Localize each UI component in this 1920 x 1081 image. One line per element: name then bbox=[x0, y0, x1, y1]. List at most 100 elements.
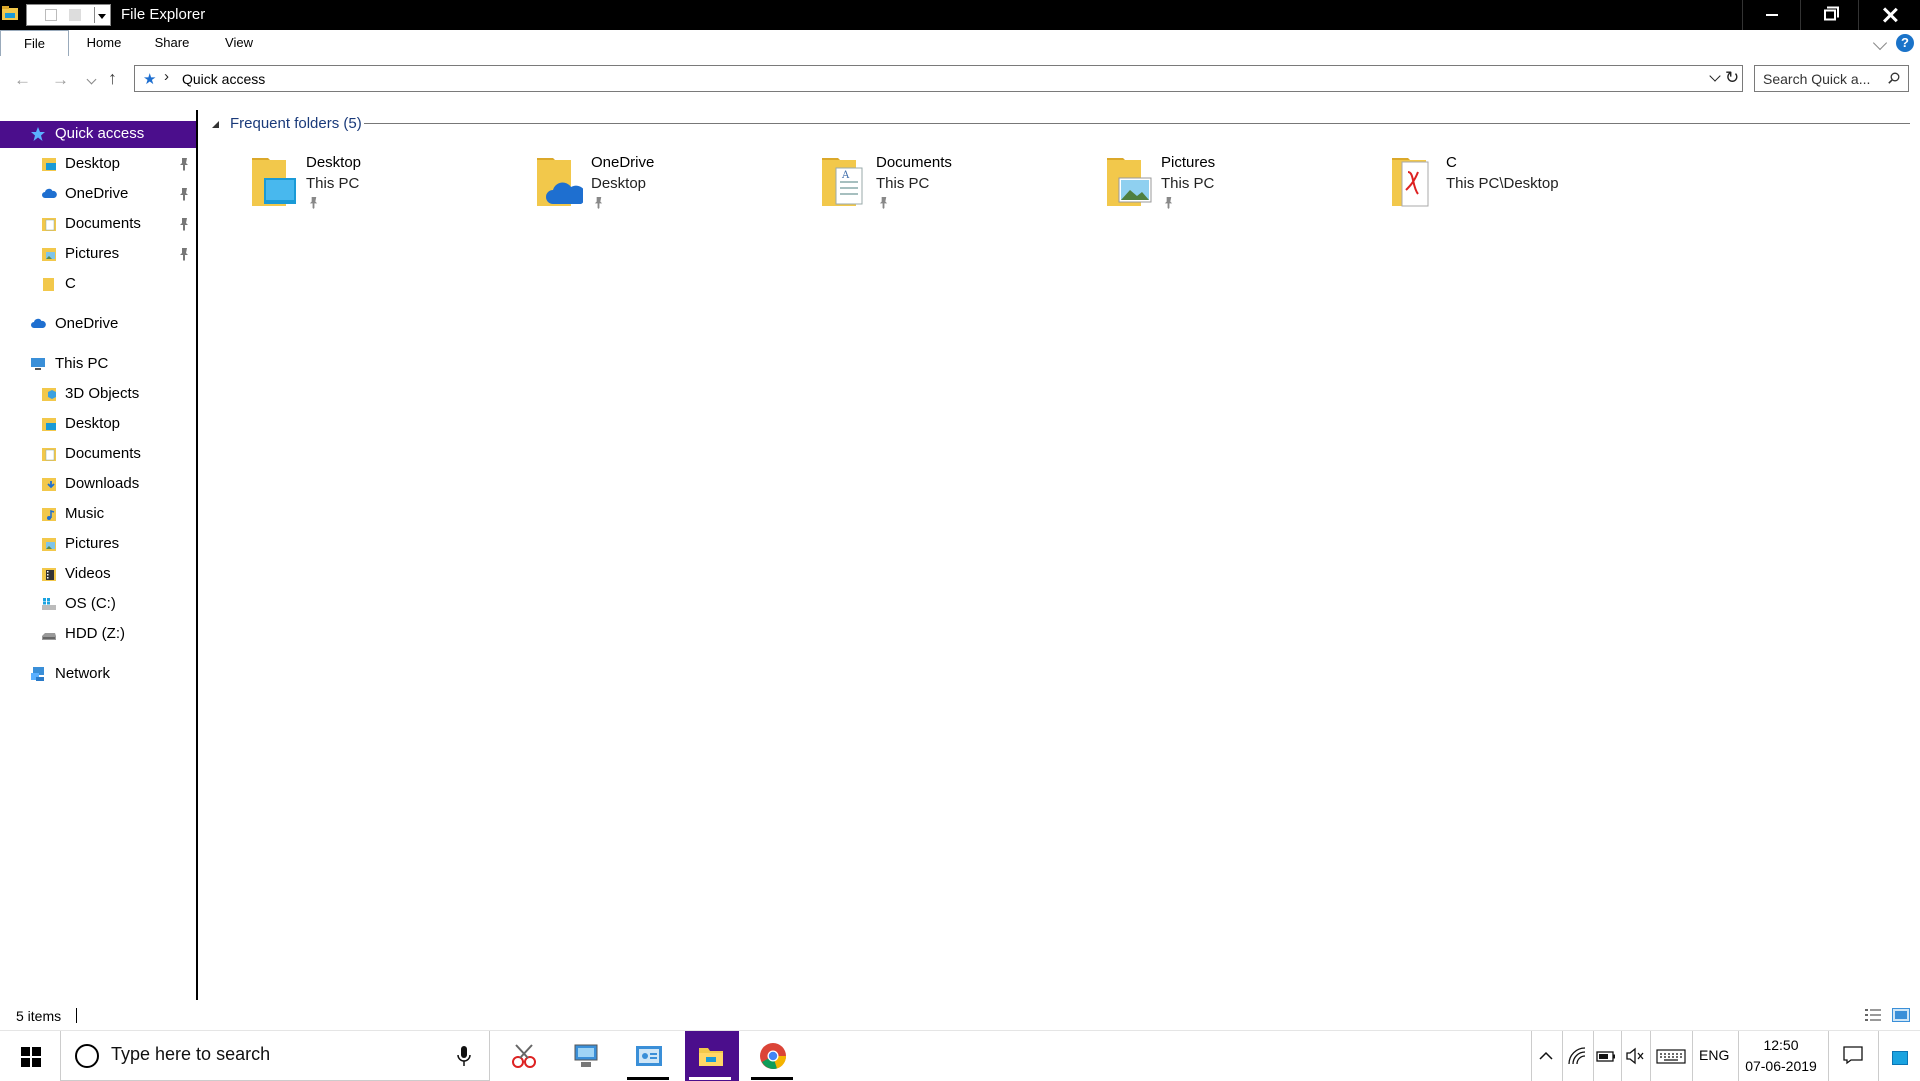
breadcrumb-chevron-icon[interactable]: › bbox=[164, 68, 169, 85]
properties-icon[interactable] bbox=[45, 9, 57, 21]
folder-tile-documents[interactable]: A Documents This PC bbox=[820, 152, 1080, 216]
sidebar-item-os-drive[interactable]: OS (C:) bbox=[0, 591, 196, 618]
close-button[interactable] bbox=[1858, 0, 1920, 30]
status-divider bbox=[76, 1008, 77, 1023]
taskbar-app-control-panel[interactable] bbox=[623, 1031, 673, 1081]
restore-icon bbox=[1823, 6, 1839, 21]
sidebar-item-downloads[interactable]: Downloads bbox=[0, 471, 196, 498]
sidebar-item-c[interactable]: C bbox=[0, 271, 196, 298]
tray-divider bbox=[1531, 1031, 1532, 1081]
sidebar-item-network[interactable]: Network bbox=[0, 661, 196, 688]
expand-ribbon-chevron-icon[interactable] bbox=[1872, 35, 1888, 51]
collapse-arrow-icon[interactable] bbox=[212, 121, 219, 128]
taskbar-search-box[interactable]: Type here to search bbox=[60, 1031, 490, 1081]
refresh-icon[interactable]: ↻ bbox=[1725, 68, 1739, 88]
touch-keyboard-icon[interactable] bbox=[1656, 1046, 1686, 1066]
search-input[interactable]: Search Quick a... bbox=[1754, 65, 1909, 92]
battery-icon[interactable] bbox=[1596, 1046, 1616, 1066]
sidebar-item-music[interactable]: Music bbox=[0, 501, 196, 528]
tray-divider bbox=[1692, 1031, 1693, 1081]
new-folder-icon[interactable] bbox=[69, 9, 81, 21]
ribbon: File Home Share View ? bbox=[0, 30, 1920, 56]
action-center-icon[interactable] bbox=[1843, 1045, 1863, 1065]
show-desktop-button[interactable] bbox=[1892, 1051, 1908, 1065]
sidebar-item-label: This PC bbox=[55, 355, 109, 372]
sidebar-item-quick-access[interactable]: Quick access bbox=[0, 121, 196, 148]
tab-view[interactable]: View bbox=[210, 30, 268, 56]
forward-button[interactable]: → bbox=[52, 70, 69, 90]
back-button[interactable]: ← bbox=[14, 70, 31, 90]
tab-home[interactable]: Home bbox=[78, 30, 130, 56]
address-dropdown-icon[interactable] bbox=[1709, 70, 1721, 82]
minimize-button[interactable] bbox=[1742, 0, 1800, 30]
taskbar-app-remote-desktop[interactable] bbox=[560, 1031, 610, 1081]
sidebar-item-pictures[interactable]: Pictures bbox=[0, 241, 196, 268]
sidebar-item-onedrive[interactable]: OneDrive bbox=[0, 311, 196, 338]
network-wifi-icon[interactable] bbox=[1567, 1046, 1587, 1066]
tab-share[interactable]: Share bbox=[145, 30, 199, 56]
search-icon[interactable] bbox=[1888, 72, 1900, 84]
sidebar-item-desktop[interactable]: Desktop bbox=[0, 151, 196, 178]
details-view-icon[interactable] bbox=[1864, 1008, 1882, 1022]
pin-icon[interactable] bbox=[178, 157, 190, 171]
address-bar[interactable]: ★ › Quick access ↻ bbox=[134, 65, 1743, 92]
folder-icon bbox=[43, 278, 54, 291]
folder-tile-c[interactable]: C This PC\Desktop bbox=[1390, 152, 1650, 216]
large-icons-view-icon[interactable] bbox=[1892, 1008, 1910, 1022]
tray-divider bbox=[1828, 1031, 1829, 1081]
sidebar-item-videos[interactable]: Videos bbox=[0, 561, 196, 588]
pin-icon[interactable] bbox=[178, 247, 190, 261]
sidebar-item-pc-pictures[interactable]: Pictures bbox=[0, 531, 196, 558]
sidebar-item-label: Documents bbox=[65, 445, 141, 462]
chrome-icon bbox=[760, 1043, 787, 1069]
tray-divider bbox=[1562, 1031, 1563, 1081]
sidebar-item-label: Music bbox=[65, 505, 105, 522]
start-button[interactable] bbox=[0, 1031, 60, 1081]
control-panel-icon bbox=[636, 1046, 662, 1066]
restore-button[interactable] bbox=[1800, 0, 1858, 30]
sidebar-item-label: HDD (Z:) bbox=[65, 625, 125, 642]
up-button[interactable]: ↑ bbox=[108, 68, 117, 89]
sidebar-item-onedrive-quick[interactable]: OneDrive bbox=[0, 181, 196, 208]
sidebar-item-label: Desktop bbox=[65, 415, 121, 432]
input-language-indicator[interactable]: ENG bbox=[1699, 1047, 1729, 1063]
star-icon bbox=[31, 127, 45, 141]
sidebar-item-label: C bbox=[65, 275, 76, 292]
taskbar-app-chrome[interactable] bbox=[747, 1031, 797, 1081]
help-icon[interactable]: ? bbox=[1896, 34, 1914, 52]
file-explorer-app-icon[interactable] bbox=[2, 6, 18, 20]
desktop-folder-icon bbox=[42, 418, 56, 431]
folder-location: This PC bbox=[1161, 175, 1215, 192]
pin-icon bbox=[309, 197, 318, 209]
address-path[interactable]: Quick access bbox=[182, 71, 265, 87]
customize-toolbar-dropdown[interactable] bbox=[94, 7, 108, 23]
sidebar-item-this-pc[interactable]: This PC bbox=[0, 351, 196, 378]
sidebar-item-3d-objects[interactable]: 3D Objects bbox=[0, 381, 196, 408]
pin-icon[interactable] bbox=[178, 187, 190, 201]
taskbar-app-snipping-tool[interactable] bbox=[498, 1031, 548, 1081]
sidebar-item-documents[interactable]: Documents bbox=[0, 211, 196, 238]
clock-time[interactable]: 12:50 bbox=[1745, 1037, 1817, 1053]
folder-tile-pictures[interactable]: Pictures This PC bbox=[1105, 152, 1365, 216]
pictures-folder-icon bbox=[1107, 158, 1152, 206]
3d-objects-folder-icon bbox=[42, 388, 56, 401]
pin-icon[interactable] bbox=[178, 217, 190, 231]
folder-tile-desktop[interactable]: Desktop This PC bbox=[250, 152, 510, 216]
folder-location: This PC bbox=[876, 175, 930, 192]
folder-name: C bbox=[1446, 154, 1457, 171]
tab-file[interactable]: File bbox=[0, 30, 69, 56]
sidebar-item-hdd-drive[interactable]: HDD (Z:) bbox=[0, 621, 196, 648]
recent-locations-chevron-icon[interactable] bbox=[86, 74, 97, 85]
taskbar-app-file-explorer[interactable] bbox=[685, 1031, 739, 1081]
volume-muted-icon[interactable] bbox=[1625, 1046, 1645, 1066]
snipping-tool-icon bbox=[512, 1044, 536, 1068]
folder-tile-onedrive[interactable]: OneDrive Desktop bbox=[535, 152, 795, 216]
clock-date[interactable]: 07-06-2019 bbox=[1743, 1058, 1819, 1074]
tray-divider bbox=[1738, 1031, 1739, 1081]
sidebar-item-pc-documents[interactable]: Documents bbox=[0, 441, 196, 468]
microphone-icon[interactable] bbox=[457, 1045, 471, 1067]
group-title: Frequent folders (5) bbox=[230, 115, 362, 132]
sidebar-item-label: OneDrive bbox=[65, 185, 129, 202]
show-hidden-icons-chevron-icon[interactable] bbox=[1536, 1046, 1556, 1066]
sidebar-item-pc-desktop[interactable]: Desktop bbox=[0, 411, 196, 438]
